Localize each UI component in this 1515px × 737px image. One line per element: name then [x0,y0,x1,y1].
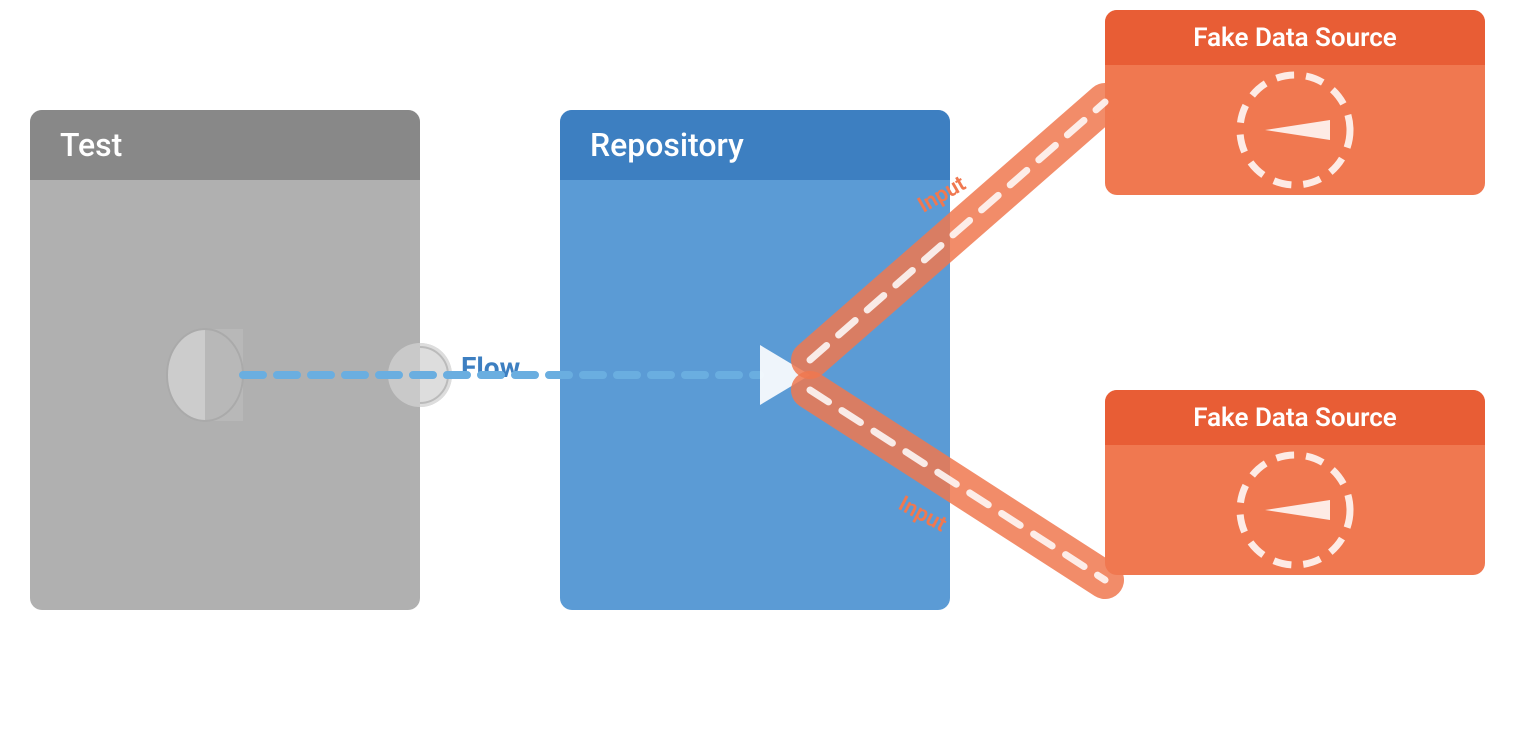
fake-ds-1-header: Fake Data Source [1105,10,1485,65]
fake-ds-2-body [1105,445,1485,575]
canvas: Test Repository Fake Data Source Fake Da… [0,0,1515,737]
fake-ds-2-header: Fake Data Source [1105,390,1485,445]
fake-ds-2-title: Fake Data Source [1193,403,1397,433]
fake-ds-block-2: Fake Data Source [1105,390,1485,575]
test-title: Test [60,126,122,164]
repo-header: Repository [560,110,950,180]
flow-label: Flow [461,351,520,384]
test-header: Test [30,110,420,180]
fake-ds-block-1: Fake Data Source [1105,10,1485,195]
test-block: Test [30,110,420,610]
repo-block: Repository [560,110,950,610]
fake-ds-1-title: Fake Data Source [1193,23,1397,53]
fake-ds-1-body [1105,65,1485,195]
repo-title: Repository [590,126,744,164]
